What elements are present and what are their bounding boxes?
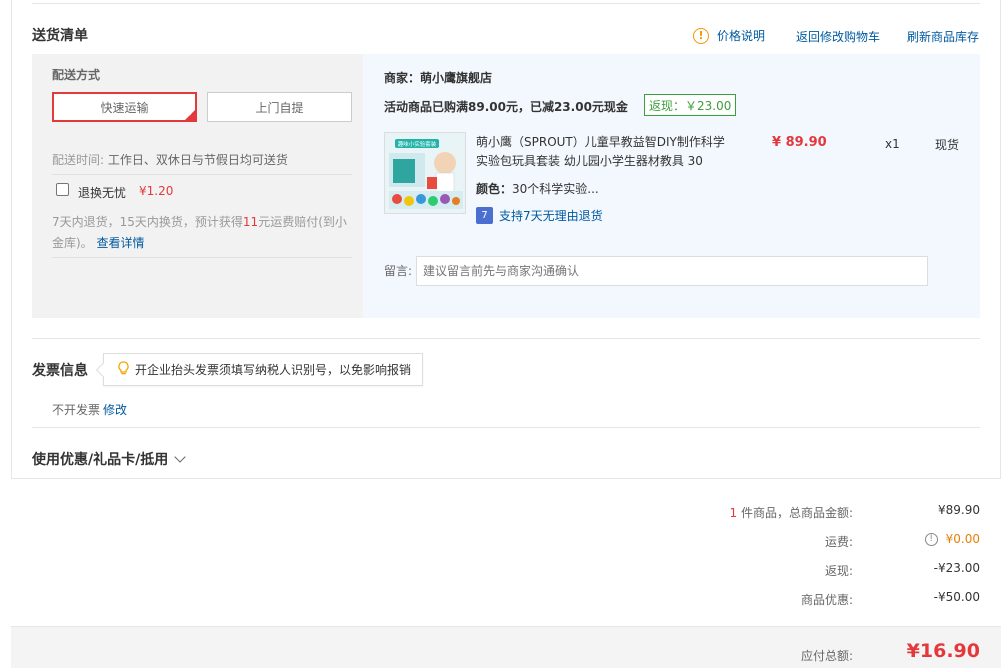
rebate-badge: 返现：￥23.00 xyxy=(644,94,737,116)
message-label: 留言: xyxy=(384,264,413,278)
return-note: 7天内退货，15天内换货，预计获得11元运费赔付(到小金库)。 查看详情 xyxy=(52,212,352,254)
discount-value: -¥50.00 xyxy=(933,590,980,604)
return-note-amount: 11 xyxy=(242,215,259,229)
divider xyxy=(32,427,980,428)
product-name-link[interactable]: 萌小鹰（SPROUT）儿童早教益智DIY制作科学实验包玩具套装 幼儿园小学生器材… xyxy=(476,133,726,171)
payable-total: ¥16.90 xyxy=(906,640,980,662)
express-shipping-button[interactable]: 快速运输 xyxy=(52,92,197,122)
divider xyxy=(32,3,980,4)
selected-check-icon xyxy=(184,109,196,121)
warning-icon: ! xyxy=(693,27,709,44)
product-stock-status: 现货 xyxy=(935,138,960,152)
return-worry-checkbox[interactable] xyxy=(56,183,69,196)
shipping-fee: ! ¥0.00 xyxy=(924,532,980,546)
delivery-list-title: 送货清单 xyxy=(32,28,88,44)
promo-text: 活动商品已购满89.00元，已减23.00元现金 xyxy=(384,100,628,114)
divider xyxy=(32,338,980,339)
delivery-time-value: 工作日、双休日与节假日均可送货 xyxy=(107,153,288,167)
modify-invoice-link[interactable]: 修改 xyxy=(103,401,127,418)
goods-total-text: 件商品，总商品金额: xyxy=(740,506,853,520)
product-price: ¥ 89.90 xyxy=(772,135,827,150)
price-info-label: 价格说明 xyxy=(717,29,766,43)
product-thumbnail[interactable]: 趣味小实验套装 xyxy=(384,132,466,214)
product-quantity: x1 xyxy=(885,137,900,151)
delivery-time: 配送时间: 工作日、双休日与节假日均可送货 xyxy=(52,151,288,168)
divider xyxy=(52,257,352,258)
coupon-toggle[interactable]: 使用优惠/礼品卡/抵用 xyxy=(32,449,186,469)
rebate-label: 返现: xyxy=(824,564,853,578)
price-info-link[interactable]: ! 价格说明 xyxy=(693,27,765,44)
view-details-link[interactable]: 查看详情 xyxy=(97,236,145,250)
chevron-down-icon xyxy=(174,451,186,463)
express-shipping-label: 快速运输 xyxy=(100,100,149,115)
info-icon[interactable]: ! xyxy=(924,532,938,546)
goods-total-label: 1 件商品，总商品金额: xyxy=(729,504,853,521)
divider xyxy=(52,174,352,175)
seven-day-return-icon: 7 xyxy=(476,207,493,224)
invoice-title: 发票信息 xyxy=(32,363,88,379)
invoice-status: 不开发票 xyxy=(52,403,101,417)
refresh-stock-link[interactable]: 刷新商品库存 xyxy=(907,28,979,45)
rebate-value: -¥23.00 xyxy=(933,561,980,575)
discount-label: 商品优惠: xyxy=(800,593,853,607)
return-note-text: 7天内退货，15天内换货，预计获得 xyxy=(52,215,243,229)
payable-label: 应付总额: xyxy=(800,649,853,663)
shipping-fee-label: 运费: xyxy=(824,535,853,549)
return-worry-price: ¥1.20 xyxy=(139,184,174,198)
item-count: 1 xyxy=(729,506,738,520)
invoice-tooltip: 开企业抬头发票须填写纳税人识别号，以免影响报销 xyxy=(95,353,424,386)
goods-total-value: ¥89.90 xyxy=(938,503,980,517)
seven-day-return-link[interactable]: 7 支持7天无理由退货 xyxy=(476,207,603,224)
message-input[interactable] xyxy=(416,256,928,286)
invoice-tip-text: 开企业抬头发票须填写纳税人识别号，以免影响报销 xyxy=(135,363,412,377)
return-worry-label: 退换无忧 xyxy=(78,186,127,200)
thumb-caption: 趣味小实验套装 xyxy=(398,140,437,148)
product-color-value: 30个科学实验... xyxy=(512,182,599,196)
seven-day-return-label: 支持7天无理由退货 xyxy=(499,209,603,223)
coupon-title: 使用优惠/礼品卡/抵用 xyxy=(32,452,169,468)
pickup-button[interactable]: 上门自提 xyxy=(207,92,352,122)
product-image: 趣味小实验套装 xyxy=(385,133,465,213)
shipping-method-label: 配送方式 xyxy=(52,68,101,82)
back-to-cart-link[interactable]: 返回修改购物车 xyxy=(796,28,880,45)
product-color-label: 颜色： xyxy=(476,182,513,196)
product-color: 颜色：30个科学实验... xyxy=(476,180,599,197)
merchant-name: 商家：萌小鹰旗舰店 xyxy=(384,71,493,85)
shipping-fee-value: ¥0.00 xyxy=(945,532,980,546)
delivery-time-label: 配送时间: xyxy=(52,153,105,167)
lightbulb-icon xyxy=(118,360,129,379)
